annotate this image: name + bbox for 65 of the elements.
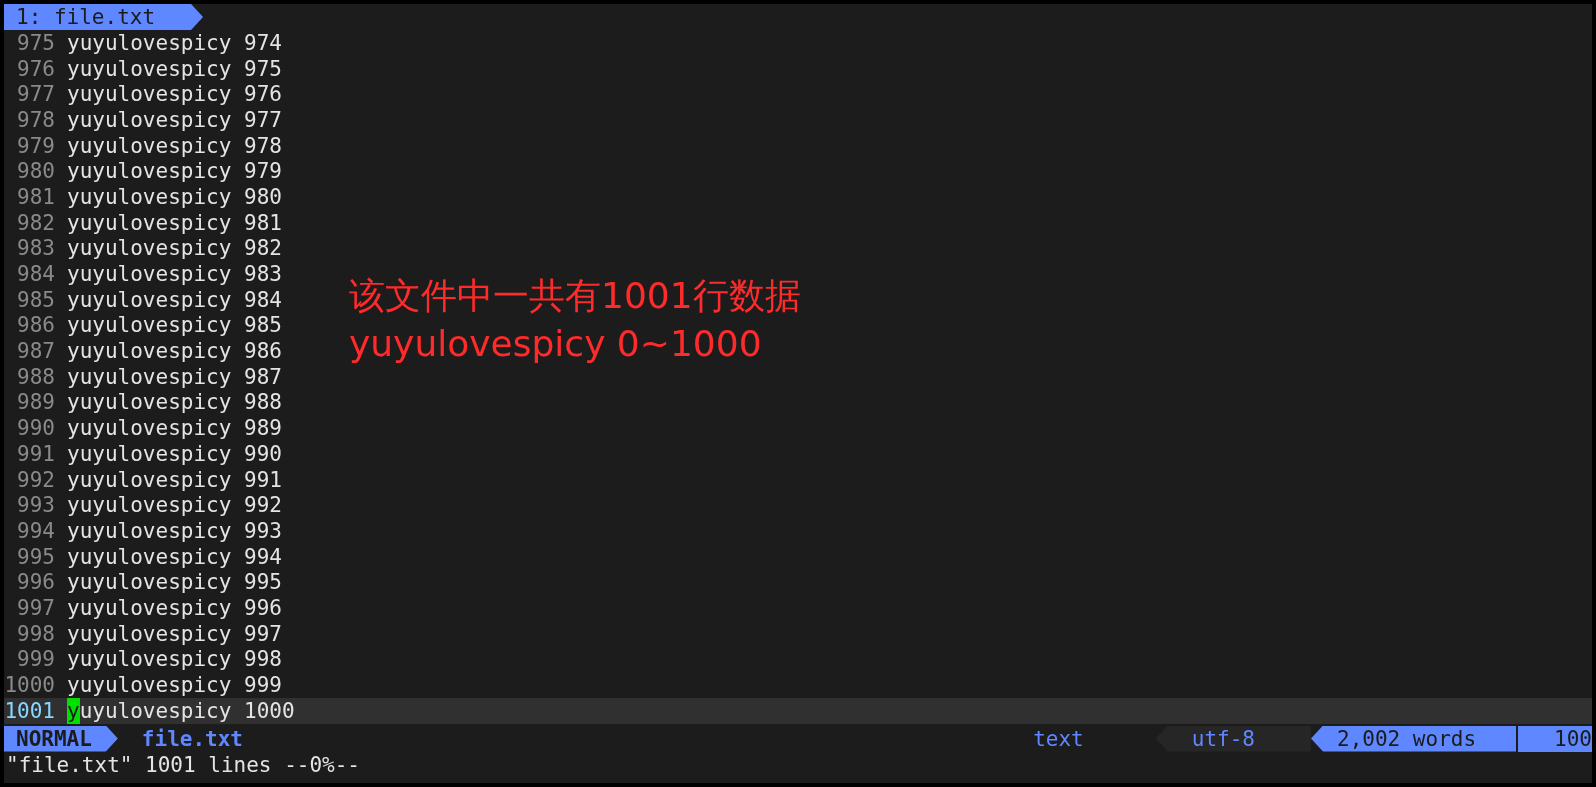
line-number: 990 <box>16 415 56 442</box>
line-text: yuyulovespicy 978 <box>67 132 282 159</box>
line-number: 993 <box>16 492 56 519</box>
line-text: yuyulovespicy 988 <box>67 389 282 416</box>
line-number: 983 <box>16 235 56 262</box>
line-text: yuyulovespicy 986 <box>67 338 282 365</box>
line-text: yuyulovespicy 995 <box>67 569 282 596</box>
line-number: 984 <box>16 261 56 288</box>
line-number: 978 <box>16 106 56 133</box>
command-line: "file.txt" 1001 lines --0%-- <box>5 751 361 778</box>
line-number: 975 <box>16 29 56 56</box>
line-number: 1000 <box>4 672 56 699</box>
line-text: yuyulovespicy 984 <box>67 286 282 313</box>
percent-segment: 100 <box>1516 725 1592 752</box>
tab[interactable]: 1: file.txt <box>4 4 204 30</box>
line-number: 985 <box>16 286 56 313</box>
line-number: 982 <box>16 209 56 236</box>
line-text: yuyulovespicy 994 <box>67 543 282 570</box>
line-number: 996 <box>16 569 56 596</box>
line-number: 980 <box>16 158 56 185</box>
file-type: text <box>1033 725 1084 752</box>
line-text: yuyulovespicy 980 <box>67 183 282 210</box>
line-number: 1001 <box>4 697 56 724</box>
line-number: 989 <box>16 389 56 416</box>
line-number: 981 <box>16 183 56 210</box>
line-text: yuyulovespicy 991 <box>67 466 282 493</box>
annotation-text: 该文件中一共有1001行数据 <box>349 274 801 318</box>
file-name: file.txt <box>141 725 243 752</box>
line-text: yuyulovespicy 976 <box>67 81 282 108</box>
line-number: 997 <box>16 594 56 621</box>
line-number: 976 <box>16 55 56 82</box>
encoding-segment: utf-8 <box>1155 725 1311 752</box>
line-text: yuyulovespicy 989 <box>67 415 282 442</box>
word-count: 2,002 words <box>1311 725 1517 752</box>
line-text: yuyulovespicy 990 <box>67 440 282 467</box>
line-text: yuyulovespicy 977 <box>67 106 282 133</box>
line-number: 999 <box>16 646 56 673</box>
line-number: 995 <box>16 543 56 570</box>
line-number: 994 <box>16 517 56 544</box>
line-text: yuyulovespicy 993 <box>67 517 282 544</box>
line-text: yuyulovespicy 974 <box>67 29 282 56</box>
line-number: 977 <box>16 81 56 108</box>
line-number: 992 <box>16 466 56 493</box>
line-text: yuyulovespicy 996 <box>67 594 282 621</box>
annotation-text: yuyulovespicy 0~1000 <box>349 322 763 366</box>
line-text: yuyulovespicy 981 <box>67 209 282 236</box>
line-text: yuyulovespicy 975 <box>67 55 282 82</box>
mode-indicator: NORMAL <box>4 725 118 752</box>
line-text: yuyulovespicy 999 <box>67 672 282 699</box>
line-text: yuyulovespicy 985 <box>67 312 282 339</box>
line-text: uyulovespicy 1000 <box>79 697 295 724</box>
line-text: yuyulovespicy 983 <box>67 261 282 288</box>
line-text: yuyulovespicy 982 <box>67 235 282 262</box>
line-text: yuyulovespicy 998 <box>67 646 282 673</box>
line-number: 979 <box>16 132 56 159</box>
line-number: 987 <box>16 338 56 365</box>
line-number: 991 <box>16 440 56 467</box>
line-number: 988 <box>16 363 56 390</box>
line-number: 986 <box>16 312 56 339</box>
line-text: yuyulovespicy 987 <box>67 363 282 390</box>
line-text: yuyulovespicy 979 <box>67 158 282 185</box>
line-number: 998 <box>16 620 56 647</box>
line-text: yuyulovespicy 992 <box>67 492 282 519</box>
cursor: y <box>67 697 80 724</box>
line-text: yuyulovespicy 997 <box>67 620 282 647</box>
